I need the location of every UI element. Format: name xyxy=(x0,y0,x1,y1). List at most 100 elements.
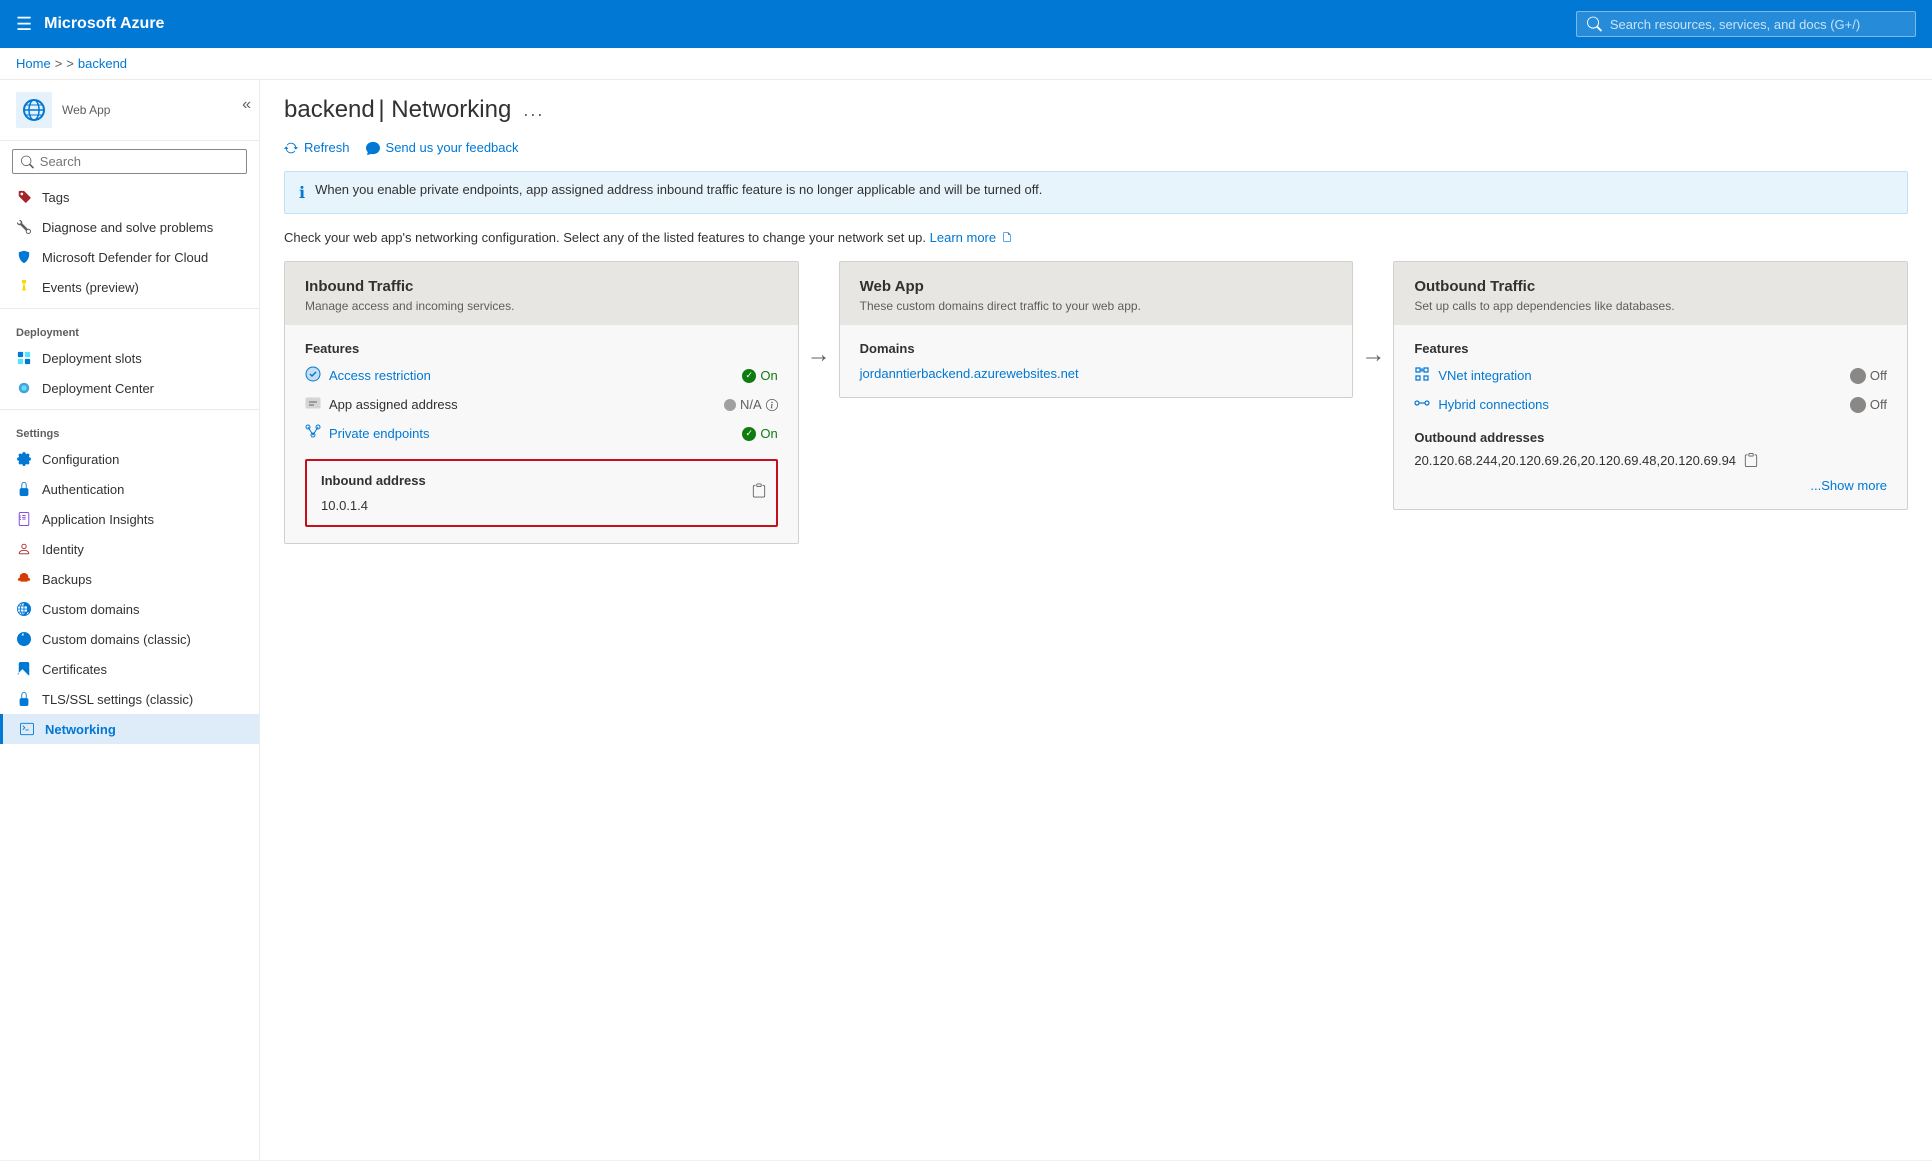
hamburger-menu[interactable]: ☰ xyxy=(16,14,32,35)
page-header: backend | Networking ... xyxy=(260,80,1932,124)
sidebar-item-tags[interactable]: Tags xyxy=(0,182,259,212)
vnet-integration-name[interactable]: VNet integration xyxy=(1438,368,1842,383)
sidebar-item-tls-ssl[interactable]: TLS/SSL settings (classic) xyxy=(0,684,259,714)
info-banner: ℹ When you enable private endpoints, app… xyxy=(284,171,1908,214)
sidebar-item-events-label: Events (preview) xyxy=(42,280,139,295)
top-bar: ☰ Microsoft Azure xyxy=(0,0,1932,48)
breadcrumb-ellipsis: > xyxy=(66,56,74,71)
access-restriction-icon xyxy=(305,366,321,385)
sidebar-item-events[interactable]: Events (preview) xyxy=(0,272,259,302)
outbound-traffic-header: Outbound Traffic Set up calls to app dep… xyxy=(1394,262,1907,325)
inbound-traffic-body: Features Access restriction xyxy=(285,325,798,543)
sidebar-item-identity[interactable]: Identity xyxy=(0,534,259,564)
domain-link[interactable]: jordanntierbackend.azurewebsites.net xyxy=(860,366,1079,381)
sidebar-item-custom-domains-classic[interactable]: Custom domains (classic) xyxy=(0,624,259,654)
outbound-features-label: Features xyxy=(1414,341,1887,356)
copy-icon xyxy=(752,484,766,498)
outbound-traffic-card: Outbound Traffic Set up calls to app dep… xyxy=(1393,261,1908,510)
description: Check your web app's networking configur… xyxy=(260,230,1932,261)
breadcrumb-current[interactable]: backend xyxy=(78,56,127,71)
sidebar-item-tls-ssl-label: TLS/SSL settings (classic) xyxy=(42,692,193,707)
domains-label: Domains xyxy=(860,341,1333,356)
sidebar-item-app-insights[interactable]: Application Insights xyxy=(0,504,259,534)
lightning-icon xyxy=(16,279,32,295)
hybrid-svg xyxy=(1414,395,1430,411)
refresh-label: Refresh xyxy=(304,140,350,155)
sidebar-item-deployment-slots[interactable]: Deployment slots xyxy=(0,343,259,373)
sidebar-item-deployment-center[interactable]: Deployment Center xyxy=(0,373,259,403)
webapp-card: Web App These custom domains direct traf… xyxy=(839,261,1354,398)
external-link-icon xyxy=(1002,232,1012,242)
show-more-link[interactable]: ...Show more xyxy=(1810,478,1887,493)
info-small-icon xyxy=(766,399,778,411)
app-assigned-address-row: App assigned address N/A xyxy=(305,395,778,414)
main-layout: Web App « Tags Diagnose and solve proble… xyxy=(0,80,1932,1160)
inbound-address-copy-btn[interactable] xyxy=(752,484,766,503)
sidebar-item-certificates[interactable]: Certificates xyxy=(0,654,259,684)
sidebar-search-input[interactable] xyxy=(40,154,238,169)
cert-icon xyxy=(16,661,32,677)
feedback-icon xyxy=(366,141,380,155)
page-subtitle: Networking xyxy=(391,96,511,123)
vnet-status-dot xyxy=(1850,368,1866,384)
more-actions-btn[interactable]: ... xyxy=(523,100,544,121)
sidebar-item-networking[interactable]: Networking xyxy=(0,714,259,744)
outbound-addresses-label: Outbound addresses xyxy=(1414,430,1887,445)
feedback-label: Send us your feedback xyxy=(386,140,519,155)
inbound-traffic-title: Inbound Traffic xyxy=(305,278,778,295)
sidebar-search-container[interactable] xyxy=(12,149,247,174)
sidebar-item-authentication[interactable]: Authentication xyxy=(0,474,259,504)
refresh-button[interactable]: Refresh xyxy=(284,136,350,159)
inbound-address-value: 10.0.1.4 xyxy=(321,498,762,513)
webapp-header: Web App These custom domains direct traf… xyxy=(840,262,1353,325)
app-assigned-status-dot xyxy=(724,399,736,411)
sidebar-item-custom-domains-label: Custom domains xyxy=(42,602,140,617)
inbound-traffic-subtitle: Manage access and incoming services. xyxy=(305,299,778,313)
network-diagram: Inbound Traffic Manage access and incomi… xyxy=(260,261,1932,568)
sidebar-collapse-btn[interactable]: « xyxy=(242,96,251,114)
center-icon xyxy=(17,381,31,395)
inbound-address-label: Inbound address xyxy=(321,473,762,488)
sidebar-item-backups-label: Backups xyxy=(42,572,92,587)
private-endpoints-name[interactable]: Private endpoints xyxy=(329,426,734,441)
sidebar-item-identity-label: Identity xyxy=(42,542,84,557)
slots-icon xyxy=(17,351,31,365)
sidebar-item-networking-label: Networking xyxy=(45,722,116,737)
inbound-traffic-header: Inbound Traffic Manage access and incomi… xyxy=(285,262,798,325)
global-search-input[interactable] xyxy=(1610,17,1905,32)
sidebar-item-configuration[interactable]: Configuration xyxy=(0,444,259,474)
feedback-button[interactable]: Send us your feedback xyxy=(366,136,519,159)
sidebar-item-backups[interactable]: Backups xyxy=(0,564,259,594)
app-icon xyxy=(16,92,52,128)
config-icon xyxy=(16,451,32,467)
vnet-svg xyxy=(1414,366,1430,382)
global-search[interactable] xyxy=(1576,11,1916,37)
content-area: backend | Networking ... Refresh Send us… xyxy=(260,80,1932,1160)
info-banner-text: When you enable private endpoints, app a… xyxy=(315,182,1042,197)
hybrid-connections-name[interactable]: Hybrid connections xyxy=(1438,397,1842,412)
hybrid-icon xyxy=(1414,395,1430,414)
domains-classic-icon xyxy=(16,631,32,647)
sidebar-item-custom-domains[interactable]: Custom domains xyxy=(0,594,259,624)
hybrid-connections-status: Off xyxy=(1850,397,1887,413)
deployment-center-icon xyxy=(16,380,32,396)
auth-icon xyxy=(16,481,32,497)
breadcrumb-home[interactable]: Home xyxy=(16,56,51,71)
sidebar-item-tags-label: Tags xyxy=(42,190,69,205)
webapp-title: Web App xyxy=(860,278,1333,295)
private-endpoints-status: On xyxy=(742,426,777,441)
access-restriction-row: Access restriction On xyxy=(305,366,778,385)
learn-more-link[interactable]: Learn more xyxy=(930,230,1012,245)
outbound-copy-icon xyxy=(1744,453,1758,467)
sidebar-search-icon xyxy=(21,155,34,169)
outbound-addresses-value: 20.120.68.244,20.120.69.26,20.120.69.48,… xyxy=(1414,453,1736,468)
sidebar-item-defender[interactable]: Microsoft Defender for Cloud xyxy=(0,242,259,272)
hybrid-status-dot xyxy=(1850,397,1866,413)
network-icon xyxy=(19,721,35,737)
sidebar-item-diagnose[interactable]: Diagnose and solve problems xyxy=(0,212,259,242)
access-restriction-name[interactable]: Access restriction xyxy=(329,368,734,383)
outbound-copy-btn[interactable] xyxy=(1744,453,1758,470)
private-endpoints-status-dot xyxy=(742,427,756,441)
insights-icon xyxy=(16,511,32,527)
description-text: Check your web app's networking configur… xyxy=(284,230,926,245)
